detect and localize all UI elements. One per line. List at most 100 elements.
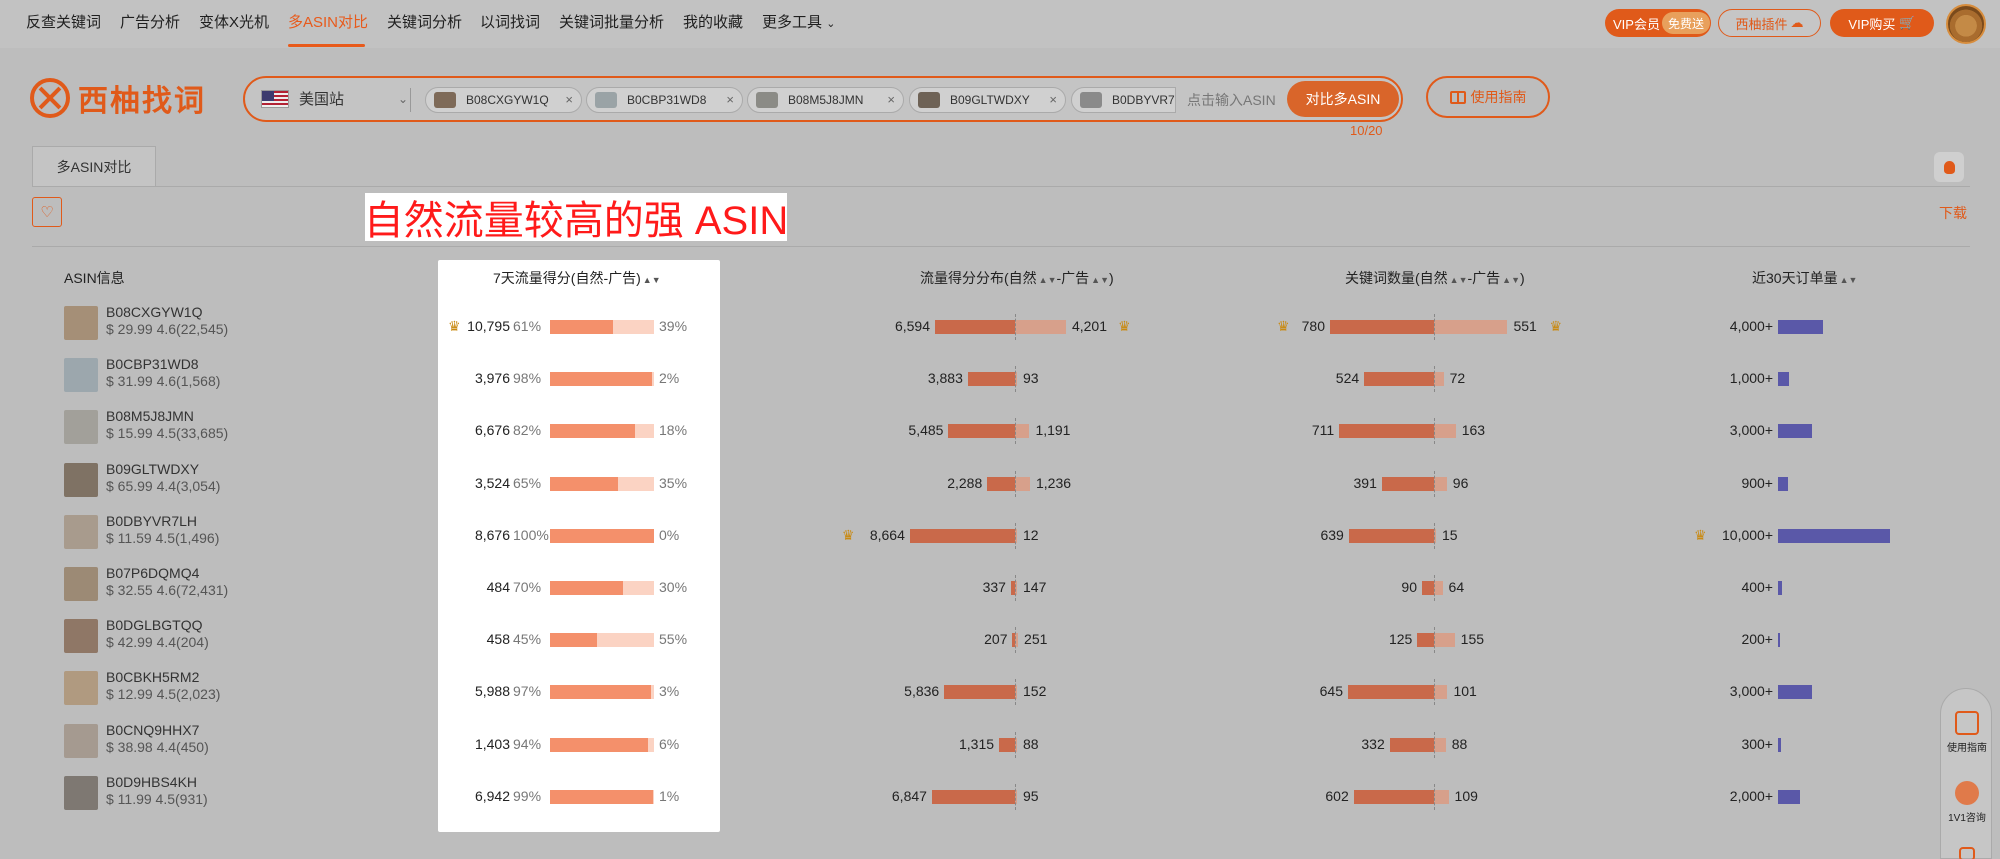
ad-keyword-value: 163 [1461,422,1486,439]
asin-chip[interactable]: B08M5J8JMN × [747,87,904,113]
sort-icon[interactable]: ▲▼ [643,275,661,285]
score-value: 6,942 [474,787,510,804]
sort-icon[interactable]: ▲▼ [1091,275,1109,285]
asin-code[interactable]: B08M5J8JMN [106,408,194,424]
download-link[interactable]: 下载 [1939,203,1967,223]
nav-item-multi-asin[interactable]: 多ASIN对比 [288,11,368,32]
center-divider [1015,418,1016,445]
floating-help-panel: 使用指南 1V1咨询 [1940,688,1992,859]
avatar[interactable] [1946,4,1986,44]
float-doc[interactable] [1941,847,1993,859]
user-guide-button[interactable]: 使用指南 [1426,76,1550,118]
more-tools-label: 更多工具 [762,14,823,31]
product-thumbnail[interactable] [64,514,98,549]
natural-keyword-value: 524 [1335,370,1360,387]
center-divider [1434,575,1435,601]
asin-chip[interactable]: B0DBYVR7 [1071,87,1176,113]
product-thumbnail[interactable] [64,723,98,758]
plugin-button[interactable]: 西柚插件 ☁ [1718,9,1821,37]
asin-code[interactable]: B08CXGYW1Q [106,304,202,320]
natural-score-value: 2,288 [947,474,983,491]
natural-score-bar [987,476,1015,491]
ad-keyword-bar [1434,737,1446,752]
asin-code[interactable]: B0D9HBS4KH [106,774,197,790]
product-thumbnail[interactable] [64,619,98,654]
float-consult-label: 1V1咨询 [1948,813,1986,824]
natural-keyword-bar [1389,737,1434,752]
product-thumbnail[interactable] [64,410,98,445]
ad-keyword-value: 551 [1513,318,1537,334]
asin-chip[interactable]: B09GLTWDXY × [909,87,1066,113]
ad-percent: 39% [659,318,688,334]
nav-item-batch-keyword[interactable]: 关键词批量分析 [559,11,664,32]
close-icon[interactable]: × [726,92,734,107]
natural-keyword-bar [1348,528,1434,543]
product-thumbnail [756,92,778,108]
site-selector[interactable]: 美国站 ⌄ [261,88,408,109]
asin-code[interactable]: B0DBYVR7LH [106,513,197,529]
header-keyword-count[interactable]: 关键词数量(自然 ▲▼-广告 ▲▼) [1345,268,1525,288]
compare-asin-button[interactable]: 对比多ASIN [1287,81,1399,117]
product-thumbnail[interactable] [64,567,98,601]
asin-code[interactable]: B07P6DQMQ4 [106,565,199,581]
product-thumbnail[interactable] [64,306,98,340]
ad-keyword-bar [1434,320,1508,334]
close-icon[interactable]: × [1049,92,1057,107]
cart-icon: 🛒 [1899,15,1916,30]
nav-item-reverse-keyword[interactable]: 反查关键词 [26,11,101,32]
nav-item-variant-xray[interactable]: 变体X光机 [199,11,269,32]
float-consult[interactable]: 1V1咨询 [1941,781,1993,824]
vip-buy-button[interactable]: VIP购买 🛒 [1830,9,1934,37]
orders-value: 1,000+ [1729,370,1773,387]
natural-score-value: 5,485 [908,422,944,439]
tab-multi-asin[interactable]: 多ASIN对比 [32,146,156,186]
nav-item-keyword-analysis[interactable]: 关键词分析 [387,11,462,32]
product-thumbnail[interactable] [64,775,98,810]
price-rating: $ 11.99 4.5(931) [106,790,208,807]
product-thumbnail[interactable] [64,462,98,497]
price-rating: $ 12.99 4.5(2,023) [106,686,221,703]
crown-icon: ♛ [1277,318,1290,334]
product-thumbnail [918,92,940,108]
sort-icon[interactable]: ▲▼ [1502,275,1520,285]
nav-item-word-to-word[interactable]: 以词找词 [480,11,540,32]
header-score-distribution[interactable]: 流量得分分布(自然 ▲▼-广告 ▲▼) [920,268,1114,288]
header-7day-score[interactable]: 7天流量得分(自然-广告) ▲▼ [493,268,661,288]
asin-code[interactable]: B0CBKH5RM2 [106,669,199,685]
asin-code[interactable]: B0CBP31WD8 [106,356,199,372]
float-guide[interactable]: 使用指南 [1941,711,1993,754]
site-label: 美国站 [299,91,345,108]
favorite-heart-icon[interactable]: ♡ [32,197,62,227]
nav-item-favorites[interactable]: 我的收藏 [683,11,743,32]
header-30day-orders[interactable]: 近30天订单量 ▲▼ [1752,268,1857,288]
nav-item-more-tools[interactable]: 更多工具 ⌄ [762,11,835,32]
asin-chip[interactable]: B0CBP31WD8 × [586,87,743,113]
natural-percent: 45% [513,631,542,648]
lightbulb-icon[interactable] [1934,152,1964,182]
close-icon[interactable]: × [565,92,573,107]
natural-keyword-bar [1381,476,1434,491]
orders-bar [1778,737,1782,752]
product-thumbnail[interactable] [64,358,98,393]
asin-input[interactable]: 点击输入ASIN [1187,90,1276,110]
header-asin-info: ASIN信息 [64,270,125,286]
nav-item-ad-analysis[interactable]: 广告分析 [120,11,180,32]
product-thumbnail[interactable] [64,671,98,706]
logo[interactable]: 西柚找词 [30,76,206,120]
asin-code[interactable]: B0DGLBGTQQ [106,617,202,633]
sort-icon[interactable]: ▲▼ [1450,275,1468,285]
asin-chip[interactable]: B08CXGYW1Q × [425,87,582,113]
natural-keyword-bar [1353,789,1434,804]
score-value: 5,988 [474,683,510,700]
close-icon[interactable]: × [887,92,895,107]
ad-keyword-value: 96 [1452,474,1469,491]
score-value: 1,403 [474,735,510,752]
natural-keyword-value: 90 [1401,579,1417,595]
sort-icon[interactable]: ▲▼ [1840,275,1858,285]
ad-score-value: 12 [1023,526,1039,543]
asin-code[interactable]: B0CNQ9HHX7 [106,722,199,738]
price-rating: $ 42.99 4.4(204) [106,634,209,651]
score-value: 8,676 [474,526,510,543]
asin-code[interactable]: B09GLTWDXY [106,461,199,477]
sort-icon[interactable]: ▲▼ [1039,275,1057,285]
